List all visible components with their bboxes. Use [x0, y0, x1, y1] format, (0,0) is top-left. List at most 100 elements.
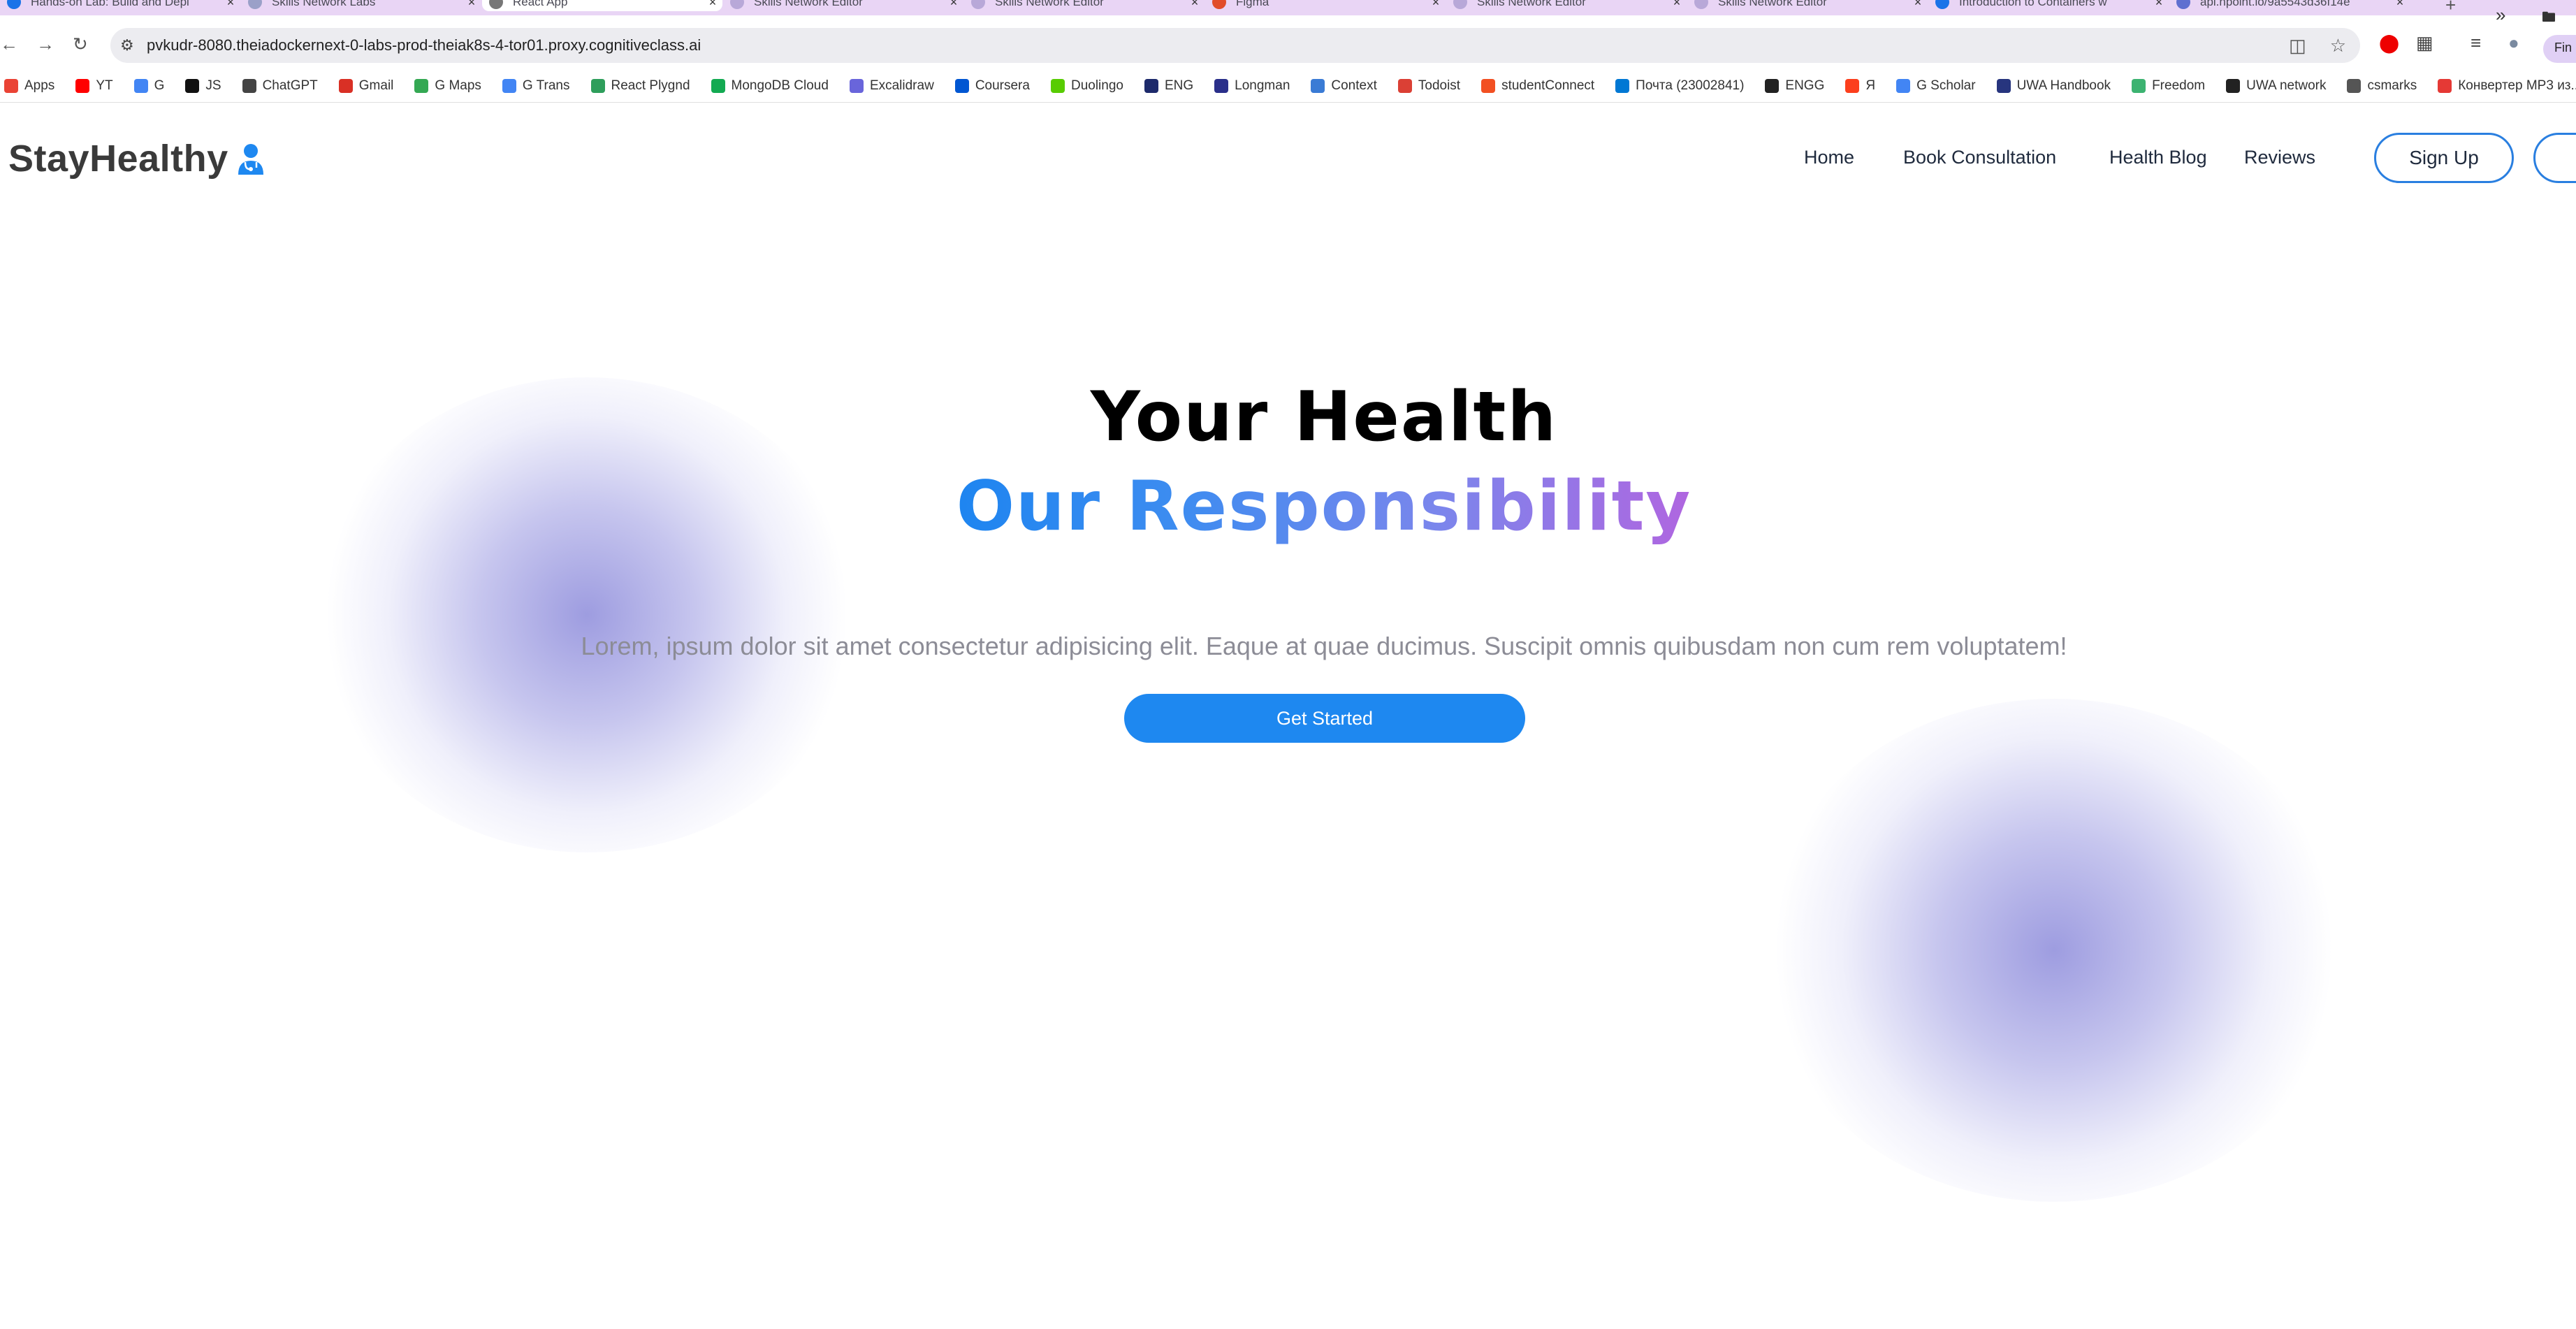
bookmark-label: ENGG — [1785, 78, 1825, 93]
site-info-icon[interactable]: ⚙ — [120, 36, 141, 55]
bookmark-item[interactable]: G — [133, 78, 165, 94]
profile-avatar[interactable]: ● — [2508, 32, 2519, 54]
nav-health-blog[interactable]: Health Blog — [2109, 147, 2207, 168]
tab-title: Hands-on Lab: Build and Depl — [31, 0, 189, 8]
browser-tab[interactable]: Hands-on Lab: Build and Depl × — [0, 0, 240, 11]
bookmark-favicon-icon — [2226, 79, 2241, 93]
bookmark-label: ChatGPT — [262, 78, 318, 93]
bookmark-label: Freedom — [2152, 78, 2206, 93]
bookmark-item[interactable]: YT — [75, 78, 113, 94]
bookmark-item[interactable]: Duolingo — [1050, 78, 1123, 94]
new-tab-button[interactable]: + — [2445, 0, 2456, 15]
bookmark-favicon-icon — [1845, 79, 1860, 93]
browser-tab[interactable]: api.npoint.io/9a5543d36f14e × — [2169, 0, 2410, 11]
sign-up-button[interactable]: Sign Up — [2374, 133, 2514, 183]
bookmark-favicon-icon — [1615, 79, 1630, 93]
bookmark-label: G Scholar — [1916, 78, 1976, 93]
bookmark-item[interactable]: G Scholar — [1896, 78, 1976, 94]
bookmark-favicon-icon — [711, 79, 725, 93]
logo[interactable]: StayHealthy — [8, 137, 266, 180]
logo-text: StayHealthy — [8, 138, 228, 180]
bookmark-item[interactable]: MongoDB Cloud — [711, 78, 829, 94]
address-bar[interactable]: ⚙ pvkudr-8080.theiadockernext-0-labs-pro… — [110, 28, 2360, 63]
bookmark-item[interactable]: G Trans — [502, 78, 570, 94]
bookmark-star-icon[interactable]: ☆ — [2330, 35, 2346, 57]
bookmark-item[interactable]: Apps — [4, 78, 54, 94]
browser-tab[interactable]: Skills Network Editor × — [1446, 0, 1687, 11]
bookmark-item[interactable]: ENG — [1144, 78, 1193, 94]
tab-favicon-icon — [730, 0, 744, 9]
folder-icon[interactable]: 🖿 — [2542, 7, 2556, 31]
bookmark-item[interactable]: Почта (23002841) — [1615, 78, 1744, 94]
bookmark-item[interactable]: studentConnect — [1481, 78, 1594, 94]
hero-subtitle-text: Our Responsibility — [956, 467, 1692, 546]
bookmarks-overflow-icon[interactable]: » — [2496, 4, 2505, 26]
browser-tab[interactable]: Introduction to Containers w × — [1928, 0, 2169, 11]
extensions-icon[interactable]: ▦ — [2416, 32, 2433, 54]
reload-icon[interactable]: ↻ — [73, 34, 88, 55]
tab-title: Skills Network Editor — [995, 0, 1104, 8]
close-tab-icon[interactable]: × — [944, 0, 963, 10]
tab-title: Skills Network Editor — [1477, 0, 1586, 8]
bookmark-item[interactable]: ENGG — [1765, 78, 1824, 94]
bookmark-label: Конвертер MP3 из... — [2458, 78, 2576, 93]
close-tab-icon[interactable]: × — [221, 0, 240, 10]
browser-toolbar: ← → ↻ ⚙ pvkudr-8080.theiadockernext-0-la… — [0, 15, 2576, 77]
reading-list-icon[interactable]: ≡ — [2471, 32, 2481, 54]
close-tab-icon[interactable]: × — [2149, 0, 2169, 10]
browser-tab[interactable]: Skills Network Editor × — [1687, 0, 1928, 11]
close-tab-icon[interactable]: × — [1426, 0, 1446, 10]
close-tab-icon[interactable]: × — [1185, 0, 1205, 10]
bookmark-favicon-icon — [133, 79, 148, 93]
bookmark-item[interactable]: Context — [1311, 78, 1377, 94]
hero-subtitle: Our Responsibility — [0, 467, 2576, 546]
bookmark-favicon-icon — [2347, 79, 2362, 93]
bookmark-item[interactable]: G Maps — [414, 78, 481, 94]
nav-book-consultation[interactable]: Book Consultation — [1903, 147, 2056, 168]
bookmark-item[interactable]: Я — [1845, 78, 1875, 94]
tab-title: Figma — [1236, 0, 1269, 8]
bookmark-item[interactable]: UWA network — [2226, 78, 2326, 94]
decor-blob-right — [1761, 699, 2348, 1202]
back-icon[interactable]: ← — [0, 34, 18, 55]
bookmark-item[interactable]: UWA Handbook — [1996, 78, 2111, 94]
login-button[interactable] — [2533, 133, 2576, 183]
bookmark-item[interactable]: ChatGPT — [242, 78, 318, 94]
close-tab-icon[interactable]: × — [703, 0, 722, 10]
bookmark-item[interactable]: Конвертер MP3 из... — [2438, 78, 2576, 94]
browser-tab[interactable]: Skills Network Editor × — [723, 0, 963, 11]
close-tab-icon[interactable]: × — [462, 0, 481, 10]
close-tab-icon[interactable]: × — [2390, 0, 2410, 10]
bookmark-item[interactable]: Excalidraw — [849, 78, 934, 94]
bookmark-item[interactable]: Gmail — [338, 78, 394, 94]
browser-tab[interactable]: Skills Network Editor × — [964, 0, 1205, 11]
bookmark-item[interactable]: Todoist — [1397, 78, 1460, 94]
bookmark-item[interactable]: Freedom — [2132, 78, 2205, 94]
bookmark-favicon-icon — [849, 79, 864, 93]
bookmark-label: G — [154, 78, 165, 93]
install-icon[interactable]: ◫ — [2289, 35, 2306, 57]
bookmark-item[interactable]: Coursera — [954, 78, 1030, 94]
browser-tab[interactable]: Skills Network Labs × — [241, 0, 481, 11]
close-tab-icon[interactable]: × — [1908, 0, 1928, 10]
nav-reviews[interactable]: Reviews — [2244, 147, 2315, 168]
browser-tab[interactable]: React App × — [482, 0, 722, 11]
tab-strip: + Hands-on Lab: Build and Depl × Skills Ne… — [0, 0, 2576, 15]
bookmark-label: Gmail — [358, 78, 394, 93]
find-button[interactable]: Fin — [2543, 35, 2576, 63]
close-tab-icon[interactable]: × — [1667, 0, 1687, 10]
bookmark-label: studentConnect — [1501, 78, 1595, 93]
tab-favicon-icon — [489, 0, 503, 9]
bookmark-item[interactable]: React Plygnd — [590, 78, 690, 94]
browser-tab[interactable]: Figma × — [1205, 0, 1446, 11]
bookmark-item[interactable]: JS — [185, 78, 221, 94]
nav-home[interactable]: Home — [1804, 147, 1854, 168]
bookmark-item[interactable]: csmarks — [2347, 78, 2417, 94]
bookmark-favicon-icon — [1481, 79, 1496, 93]
opera-extension-icon[interactable]: ⬤ — [2379, 32, 2399, 54]
bookmark-label: Apps — [24, 78, 55, 93]
bookmark-favicon-icon — [414, 79, 429, 93]
get-started-button[interactable]: Get Started — [1124, 694, 1525, 743]
bookmark-item[interactable]: Longman — [1214, 78, 1290, 94]
forward-icon[interactable]: → — [36, 34, 54, 55]
